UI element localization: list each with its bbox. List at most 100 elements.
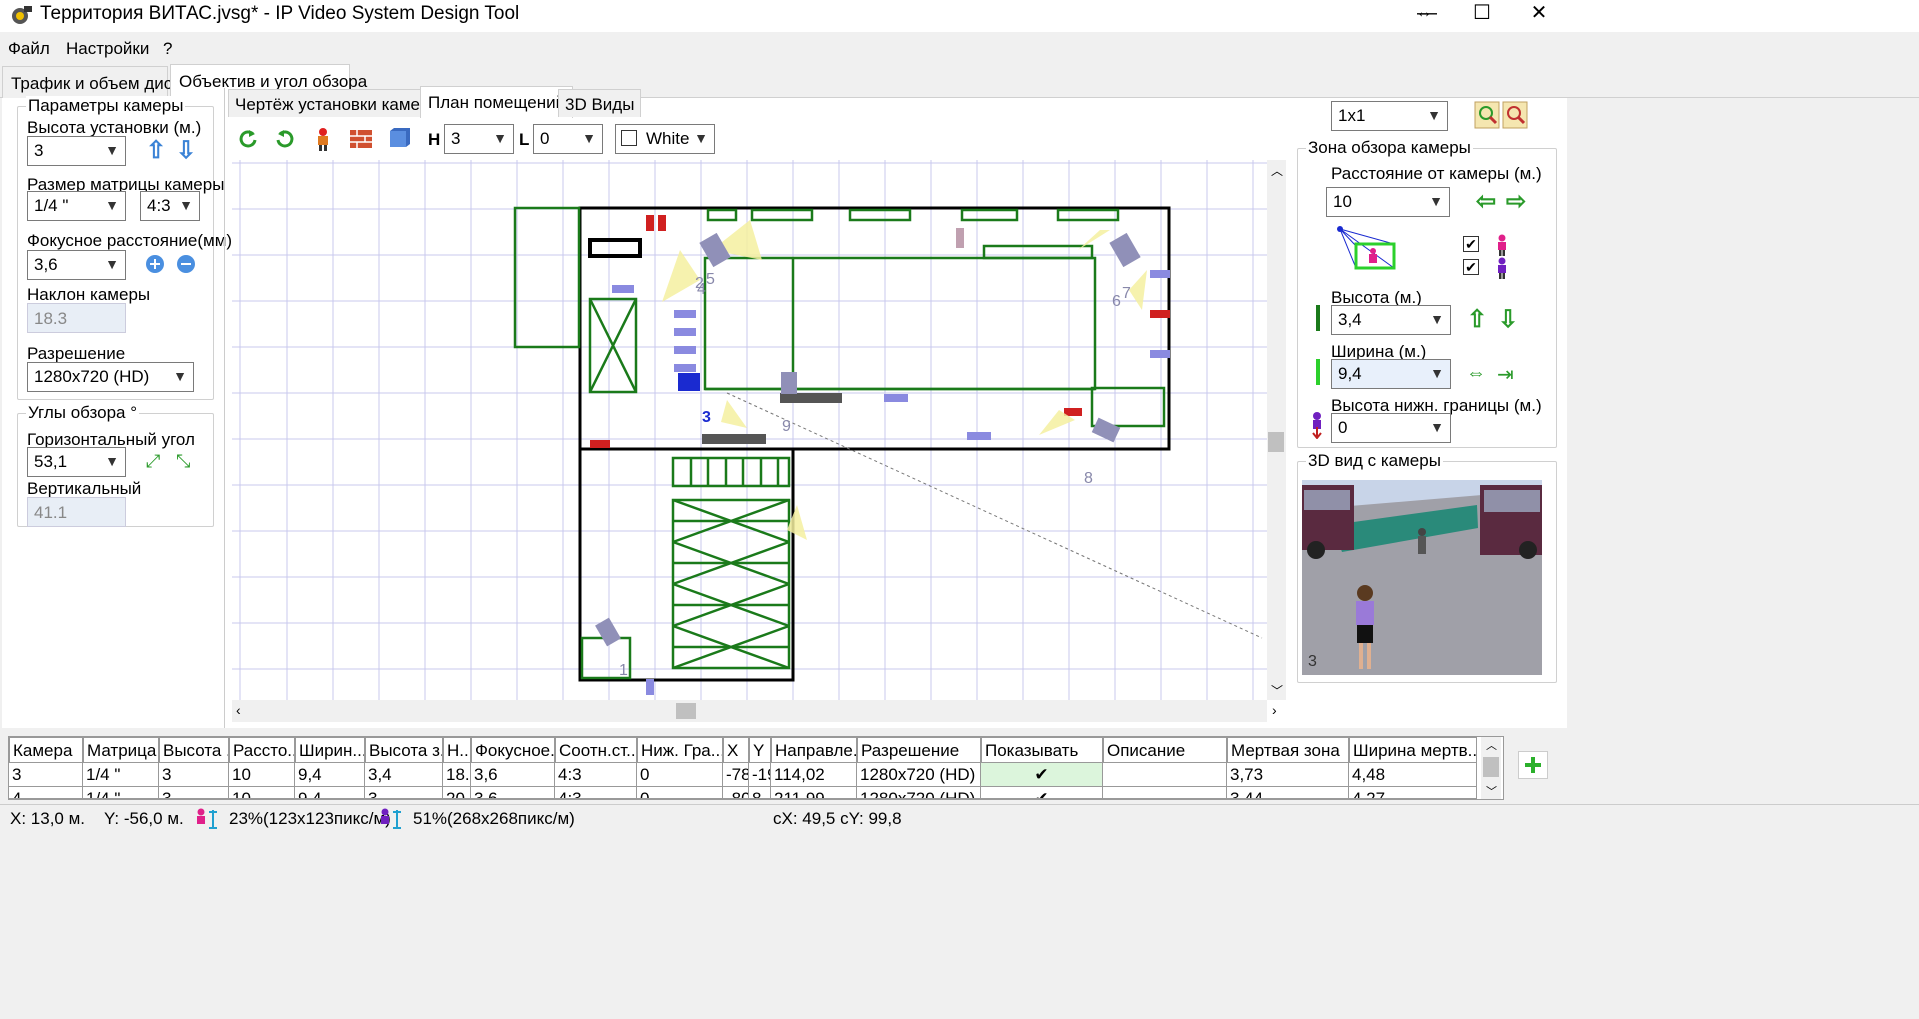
table-cell[interactable]: 4,27 [1349, 787, 1477, 799]
h-select[interactable]: 3 ▼ [444, 124, 514, 154]
table-cell[interactable]: 20.5 [443, 787, 471, 799]
scroll-down-icon[interactable]: ﹀ [1271, 682, 1283, 699]
distance-increase-icon[interactable]: ⇨ [1506, 190, 1526, 214]
table-cell[interactable]: 4:3 [555, 763, 637, 787]
resolution-select[interactable]: 1280x720 (HD) ▼ [27, 362, 194, 392]
close-button[interactable]: ✕ [1512, 0, 1566, 28]
hscroll-thumb[interactable] [676, 703, 696, 719]
table-cell[interactable]: 3,4 [365, 763, 443, 787]
zone-height-up-icon[interactable]: ⇧ [1467, 308, 1487, 332]
vscroll-thumb[interactable] [1268, 432, 1284, 452]
distance-decrease-icon[interactable]: ⇦ [1476, 190, 1496, 214]
table-cell[interactable]: 8 [749, 787, 771, 799]
h-angle-select[interactable]: 53,1 ▼ [27, 447, 126, 477]
show-checkbox[interactable]: ✔ [981, 787, 1103, 799]
table-cell[interactable]: 1/4 " [83, 787, 159, 799]
column-header[interactable]: Ниж. Гра... [637, 737, 723, 763]
table-scroll-thumb[interactable] [1483, 757, 1499, 777]
table-scroll-up-icon[interactable]: ︿ [1486, 737, 1497, 753]
table-cell[interactable]: 4 [9, 787, 83, 799]
table-cell[interactable]: 3,6 [471, 763, 555, 787]
box-icon[interactable] [388, 127, 414, 153]
table-cell[interactable]: 9,4 [295, 763, 365, 787]
aspect-select[interactable]: 4:3 ▼ [140, 191, 200, 221]
zone-width-shrink-icon[interactable]: ⇥ [1497, 362, 1514, 387]
column-header[interactable]: Высота з... [365, 737, 443, 763]
menu-file[interactable]: Файл [8, 39, 50, 59]
table-cell[interactable]: 1280x720 (HD) [857, 763, 981, 787]
rotate-right-icon[interactable] [274, 128, 296, 150]
column-header[interactable]: Рассто... [229, 737, 295, 763]
column-header[interactable]: Н... [443, 737, 471, 763]
height-down-icon[interactable]: ⇩ [176, 139, 196, 163]
table-cell[interactable]: 10 [229, 763, 295, 787]
show-person2-checkbox[interactable]: ✔ [1463, 259, 1479, 275]
table-scroll-down-icon[interactable]: ﹀ [1486, 783, 1497, 799]
column-header[interactable]: Y [749, 737, 771, 763]
layout-select[interactable]: 1x1 ▼ [1331, 101, 1448, 131]
menu-settings[interactable]: Настройки [66, 39, 149, 59]
column-header[interactable]: Соотн.ст... [555, 737, 637, 763]
distance-select[interactable]: 10 ▼ [1326, 187, 1450, 217]
table-cell[interactable]: 3,73 [1227, 763, 1349, 787]
zone-height-select[interactable]: 3,4 ▼ [1331, 305, 1451, 335]
column-header[interactable]: Ширин... [295, 737, 365, 763]
zoom-in-icon[interactable] [1474, 101, 1500, 129]
show-person1-checkbox[interactable]: ✔ [1463, 236, 1479, 252]
height-up-icon[interactable]: ⇧ [146, 139, 166, 163]
mount-height-select[interactable]: 3 ▼ [27, 136, 126, 166]
table-cell[interactable]: 9,4 [295, 787, 365, 799]
table-cell[interactable]: -80 [723, 787, 749, 799]
maximize-button[interactable]: ☐ [1455, 0, 1509, 28]
l-select[interactable]: 0 ▼ [533, 124, 603, 154]
tab-install-drawing[interactable]: Чертёж установки камеры [228, 89, 449, 117]
rotate-left-icon[interactable] [237, 128, 259, 150]
table-cell[interactable]: 4,48 [1349, 763, 1477, 787]
scroll-up-icon[interactable]: ︿ [1271, 162, 1283, 179]
table-cell[interactable]: -78 [723, 763, 749, 787]
column-header[interactable]: X [723, 737, 749, 763]
table-cell[interactable]: 1280x720 (HD) [857, 787, 981, 799]
scroll-left-icon[interactable]: ‹ [236, 702, 241, 718]
table-cell[interactable]: 3 [365, 787, 443, 799]
menu-help[interactable]: ? [163, 39, 172, 59]
column-header[interactable]: Фокусное... [471, 737, 555, 763]
tab-traffic[interactable]: Трафик и объем диска [2, 66, 190, 98]
add-camera-button[interactable] [1518, 751, 1548, 779]
table-cell[interactable] [1103, 787, 1227, 799]
table-cell[interactable]: 3,44 [1227, 787, 1349, 799]
table-cell[interactable]: 1/4 " [83, 763, 159, 787]
zone-width-select[interactable]: 9,4 ▼ [1331, 359, 1451, 389]
sensor-size-select[interactable]: 1/4 " ▼ [27, 191, 126, 221]
zoom-out-icon[interactable] [1502, 101, 1528, 129]
focal-select[interactable]: 3,6 ▼ [27, 250, 126, 280]
zoom-minus-icon[interactable] [176, 254, 196, 274]
table-cell[interactable]: 10 [229, 787, 295, 799]
plan-hscrollbar[interactable]: ‹ › [232, 700, 1277, 722]
column-header[interactable]: Камера [9, 737, 83, 763]
column-header[interactable]: Матрица [83, 737, 159, 763]
person-icon[interactable] [313, 127, 333, 151]
table-cell[interactable]: 114,02 [771, 763, 857, 787]
table-cell[interactable]: 18.3 [443, 763, 471, 787]
column-header[interactable]: Описание [1103, 737, 1227, 763]
tab-floor-plan[interactable]: План помещений [420, 86, 574, 118]
table-cell[interactable] [1103, 763, 1227, 787]
zone-height-down-icon[interactable]: ⇩ [1498, 308, 1518, 332]
table-cell[interactable]: 0 [637, 787, 723, 799]
table-cell[interactable]: 3 [159, 787, 229, 799]
lower-bound-select[interactable]: 0 ▼ [1331, 413, 1451, 443]
zone-width-expand-icon[interactable]: ⇔ [1466, 362, 1486, 385]
scroll-right-icon[interactable]: › [1272, 702, 1277, 718]
table-cell[interactable]: -19 [749, 763, 771, 787]
column-header[interactable]: Мертвая зона [1227, 737, 1349, 763]
column-header[interactable]: Ширина мертв... [1349, 737, 1477, 763]
wall-icon[interactable] [349, 128, 373, 150]
column-header[interactable]: Направле... [771, 737, 857, 763]
table-cell[interactable]: 3 [9, 763, 83, 787]
column-header[interactable]: Показывать [981, 737, 1103, 763]
expand-angle-icon[interactable]: ⤢ [146, 451, 160, 472]
shrink-angle-icon[interactable]: ⤡ [176, 451, 190, 472]
plan-vscrollbar[interactable]: ︿ ﹀ [1267, 160, 1286, 700]
column-header[interactable]: Разрешение [857, 737, 981, 763]
